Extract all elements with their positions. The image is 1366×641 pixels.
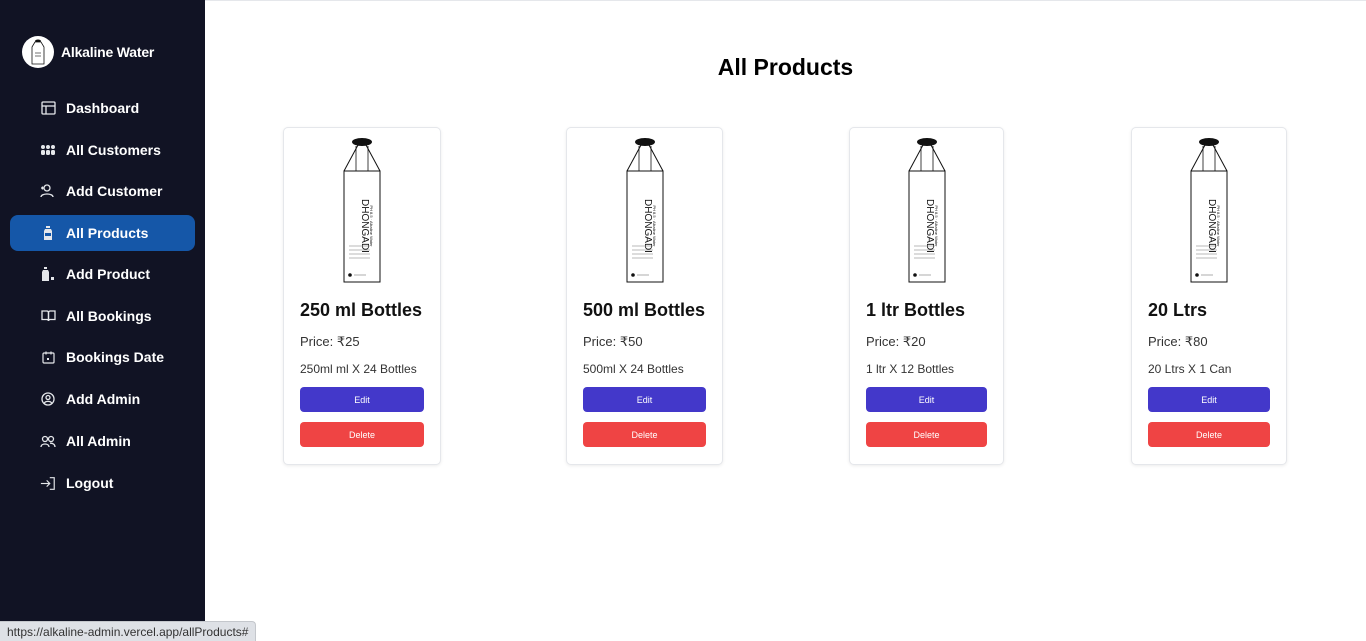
- product-image: DHONGADI PH 8.5 · Alkaline Water: [623, 136, 667, 284]
- sidebar-item-add-admin[interactable]: Add Admin: [10, 381, 195, 417]
- sidebar-item-label: All Bookings: [66, 308, 152, 324]
- product-card: DHONGADI PH 8.5 · Alkaline Water 20 Ltrs…: [1131, 127, 1287, 465]
- people-icon: [40, 142, 56, 158]
- edit-button[interactable]: Edit: [866, 387, 987, 412]
- sidebar-item-label: Dashboard: [66, 100, 140, 116]
- sidebar-item-all-products[interactable]: All Products: [10, 215, 195, 251]
- sidebar-item-all-admin[interactable]: All Admin: [10, 423, 195, 459]
- dashboard-icon: [40, 100, 56, 116]
- product-name: 500 ml Bottles: [583, 300, 706, 320]
- main-content: All Products DHONGADI PH 8.5 · Alkaline …: [205, 0, 1366, 641]
- sidebar-item-label: All Customers: [66, 142, 161, 158]
- sidebar-item-label: Bookings Date: [66, 349, 165, 365]
- add-user-icon: [40, 183, 56, 199]
- bottle-plus-icon: [40, 266, 56, 282]
- delete-button[interactable]: Delete: [866, 422, 987, 447]
- svg-text:PH 8.5 · Alkaline Water: PH 8.5 · Alkaline Water: [934, 205, 939, 247]
- brand-name: Alkaline Water: [61, 44, 155, 60]
- sidebar: Alkaline Water Dashboard All Customers A…: [0, 0, 205, 641]
- delete-button[interactable]: Delete: [1148, 422, 1270, 447]
- product-image: DHONGADI PH 8.5 · Alkaline Water: [1187, 136, 1231, 284]
- svg-text:PH 8.5 · Alkaline Water: PH 8.5 · Alkaline Water: [652, 205, 657, 247]
- status-bar-url: https://alkaline-admin.vercel.app/allPro…: [0, 621, 257, 641]
- page-title: All Products: [717, 54, 854, 80]
- sidebar-item-label: Add Admin: [66, 391, 141, 407]
- product-price: Price: ₹50: [583, 334, 643, 349]
- water-bottle-logo-icon: [22, 36, 54, 68]
- book-icon: [40, 308, 56, 324]
- product-card: DHONGADI PH 8.5 · Alkaline Water 1 ltr B…: [849, 127, 1004, 465]
- product-description: 500ml X 24 Bottles: [583, 362, 684, 376]
- svg-text:DHONGADI: DHONGADI: [924, 199, 935, 253]
- users-icon: [40, 433, 56, 449]
- delete-button[interactable]: Delete: [583, 422, 706, 447]
- product-name: 20 Ltrs: [1148, 300, 1208, 320]
- brand[interactable]: Alkaline Water: [22, 36, 154, 68]
- product-description: 20 Ltrs X 1 Can: [1148, 362, 1232, 376]
- edit-button[interactable]: Edit: [583, 387, 706, 412]
- product-price: Price: ₹25: [300, 334, 360, 349]
- delete-button[interactable]: Delete: [300, 422, 424, 447]
- product-name: 250 ml Bottles: [300, 300, 423, 320]
- sidebar-item-label: Add Customer: [66, 183, 163, 199]
- sidebar-item-label: Add Product: [66, 266, 150, 282]
- sidebar-item-label: Logout: [66, 475, 114, 491]
- svg-text:DHONGADI: DHONGADI: [642, 199, 653, 253]
- product-card: DHONGADI PH 8.5 · Alkaline Water 500 ml …: [566, 127, 723, 465]
- svg-text:DHONGADI: DHONGADI: [359, 199, 370, 253]
- edit-button[interactable]: Edit: [1148, 387, 1270, 412]
- product-card: DHONGADI PH 8.5 · Alkaline Water 250 ml …: [283, 127, 441, 465]
- product-description: 250ml ml X 24 Bottles: [300, 362, 417, 376]
- sidebar-item-add-customer[interactable]: Add Customer: [10, 173, 195, 209]
- sidebar-item-all-customers[interactable]: All Customers: [10, 132, 195, 168]
- product-price: Price: ₹80: [1148, 334, 1208, 349]
- calendar-icon: [40, 349, 56, 365]
- sidebar-item-label: All Admin: [66, 433, 131, 449]
- sidebar-item-bookings-date[interactable]: Bookings Date: [10, 339, 195, 375]
- logout-icon: [40, 475, 56, 491]
- sidebar-item-logout[interactable]: Logout: [10, 465, 195, 501]
- sidebar-item-label: All Products: [66, 225, 149, 241]
- sidebar-item-add-product[interactable]: Add Product: [10, 256, 195, 292]
- edit-button[interactable]: Edit: [300, 387, 424, 412]
- product-image: DHONGADI PH 8.5 · Alkaline Water: [340, 136, 384, 284]
- bottle-icon: [40, 225, 56, 241]
- product-description: 1 ltr X 12 Bottles: [866, 362, 955, 376]
- svg-text:PH 8.5 · Alkaline Water: PH 8.5 · Alkaline Water: [1216, 205, 1221, 247]
- sidebar-item-all-bookings[interactable]: All Bookings: [10, 298, 195, 334]
- product-price: Price: ₹20: [866, 334, 926, 349]
- product-name: 1 ltr Bottles: [866, 300, 966, 320]
- svg-text:PH 8.5 · Alkaline Water: PH 8.5 · Alkaline Water: [369, 205, 374, 247]
- user-circle-icon: [40, 391, 56, 407]
- product-image: DHONGADI PH 8.5 · Alkaline Water: [905, 136, 949, 284]
- svg-text:DHONGADI: DHONGADI: [1206, 199, 1217, 253]
- sidebar-item-dashboard[interactable]: Dashboard: [10, 90, 195, 126]
